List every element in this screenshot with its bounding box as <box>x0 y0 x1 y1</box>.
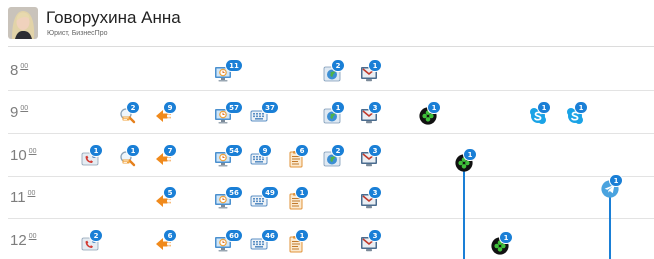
activity-monitor[interactable]: 11 <box>213 59 243 85</box>
activity-call[interactable]: 1 <box>80 144 104 170</box>
activity-count-badge: 60 <box>225 229 243 242</box>
row-divider <box>8 218 654 219</box>
activity-count-badge: 2 <box>126 101 140 114</box>
activity-keyboard[interactable]: 49 <box>249 186 279 212</box>
activity-keyboard[interactable]: 9 <box>249 144 273 170</box>
row-divider <box>8 90 654 91</box>
activity-keyboard[interactable]: 46 <box>249 229 279 255</box>
activity-mail[interactable]: 1 <box>359 59 383 85</box>
activity-count-badge: 1 <box>295 229 309 242</box>
activity-count-badge: 1 <box>609 174 623 187</box>
activity-count-badge: 1 <box>537 101 551 114</box>
activity-count-badge: 9 <box>163 101 177 114</box>
activity-count-badge: 5 <box>163 186 177 199</box>
activity-incoming[interactable]: 6 <box>154 229 178 255</box>
activity-search[interactable]: 1 <box>117 144 141 170</box>
activity-count-badge: 56 <box>225 186 243 199</box>
activity-count-badge: 3 <box>368 101 382 114</box>
hour-label-10: 10 00 <box>10 147 37 164</box>
activity-count-badge: 46 <box>261 229 279 242</box>
activity-count-badge: 1 <box>427 101 441 114</box>
activity-count-badge: 2 <box>331 144 345 157</box>
hour-label-12: 12 00 <box>10 232 37 249</box>
activity-telegram[interactable]: 1 <box>600 174 624 200</box>
activity-keyboard[interactable]: 37 <box>249 101 279 127</box>
activity-app[interactable]: 1 <box>418 101 442 127</box>
activity-count-badge: 49 <box>261 186 279 199</box>
activity-count-badge: 2 <box>89 229 103 242</box>
row-divider <box>8 176 654 177</box>
activity-monitor[interactable]: 54 <box>213 144 243 170</box>
activity-monitor[interactable]: 56 <box>213 186 243 212</box>
activity-count-badge: 57 <box>225 101 243 114</box>
activity-app[interactable]: 1 <box>454 148 478 174</box>
hour-label-11: 11 00 <box>10 189 36 206</box>
activity-count-badge: 1 <box>295 186 309 199</box>
activity-browser[interactable]: 1 <box>322 101 346 127</box>
activity-document[interactable]: 1 <box>286 229 310 255</box>
activity-monitor[interactable]: 60 <box>213 229 243 255</box>
activity-count-badge: 1 <box>368 59 382 72</box>
activity-incoming[interactable]: 5 <box>154 186 178 212</box>
row-divider <box>8 133 654 134</box>
activity-count-badge: 1 <box>89 144 103 157</box>
activity-count-badge: 1 <box>463 148 477 161</box>
activity-browser[interactable]: 2 <box>322 144 346 170</box>
activity-search[interactable]: 2 <box>117 101 141 127</box>
timeline-connector <box>609 194 611 259</box>
activity-document[interactable]: 1 <box>286 186 310 212</box>
activity-skype[interactable]: 1 <box>528 101 552 127</box>
activity-incoming[interactable]: 7 <box>154 144 178 170</box>
timeline-connector <box>463 166 465 259</box>
activity-count-badge: 9 <box>258 144 272 157</box>
activity-count-badge: 54 <box>225 144 243 157</box>
activity-count-badge: 1 <box>126 144 140 157</box>
activity-browser[interactable]: 2 <box>322 59 346 85</box>
activity-mail[interactable]: 3 <box>359 186 383 212</box>
avatar[interactable] <box>8 7 38 39</box>
activity-skype[interactable]: 1 <box>565 101 589 127</box>
activity-mail[interactable]: 3 <box>359 144 383 170</box>
activity-count-badge: 11 <box>225 59 243 72</box>
activity-count-badge: 3 <box>368 229 382 242</box>
activity-count-badge: 6 <box>295 144 309 157</box>
activity-count-badge: 6 <box>163 229 177 242</box>
activity-call[interactable]: 2 <box>80 229 104 255</box>
user-header: Говорухина Анна Юрист, БизнесПро <box>0 0 654 46</box>
activity-count-badge: 3 <box>368 144 382 157</box>
activity-mail[interactable]: 3 <box>359 101 383 127</box>
activity-count-badge: 1 <box>499 231 513 244</box>
activity-count-badge: 1 <box>574 101 588 114</box>
activity-mail[interactable]: 3 <box>359 229 383 255</box>
activity-count-badge: 1 <box>331 101 345 114</box>
user-role: Юрист, БизнесПро <box>47 30 108 37</box>
activity-count-badge: 37 <box>261 101 279 114</box>
activity-incoming[interactable]: 9 <box>154 101 178 127</box>
activity-document[interactable]: 6 <box>286 144 310 170</box>
activity-monitor[interactable]: 57 <box>213 101 243 127</box>
hour-label-9: 9 00 <box>10 104 29 121</box>
activity-app[interactable]: 1 <box>490 231 514 257</box>
header-divider <box>8 46 654 47</box>
activity-count-badge: 3 <box>368 186 382 199</box>
activity-count-badge: 2 <box>331 59 345 72</box>
activity-count-badge: 7 <box>163 144 177 157</box>
user-name: Говорухина Анна <box>46 8 181 27</box>
hour-label-8: 8 00 <box>10 62 29 79</box>
